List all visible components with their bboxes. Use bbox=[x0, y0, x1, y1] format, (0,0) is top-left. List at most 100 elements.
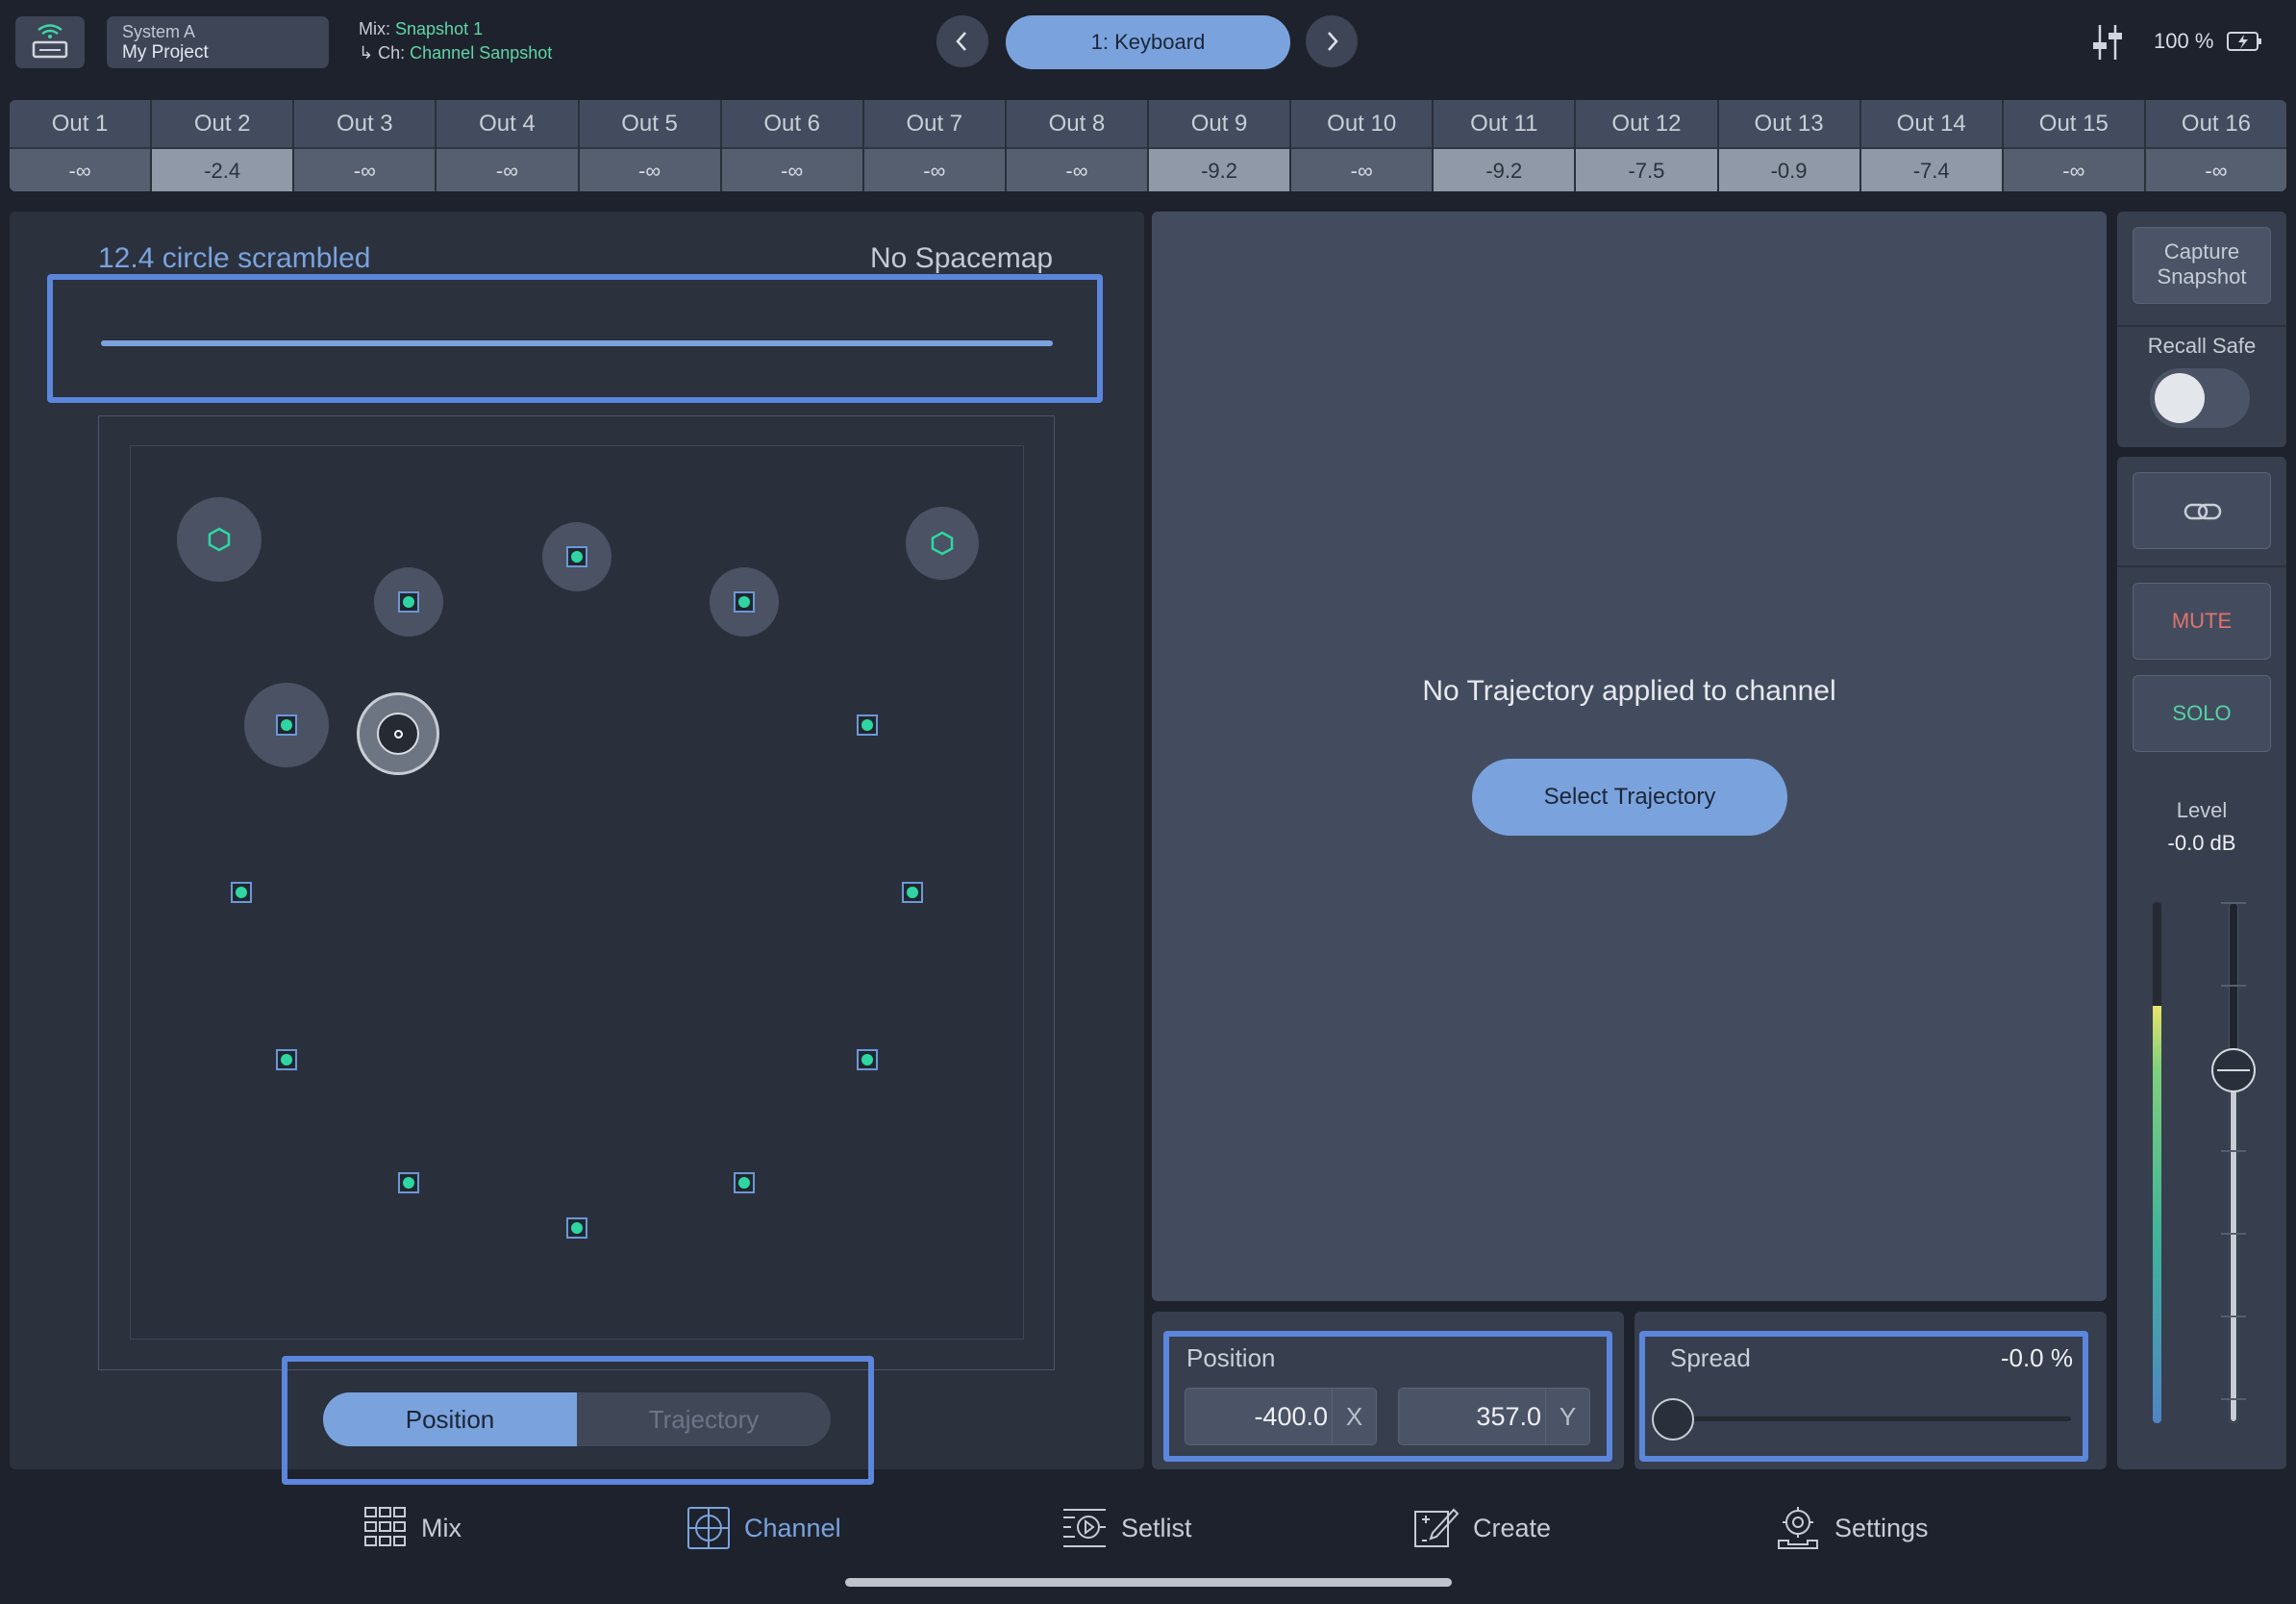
home-indicator[interactable] bbox=[845, 1578, 1452, 1587]
level-meter bbox=[2153, 902, 2161, 1423]
wifi-device-icon bbox=[32, 24, 68, 59]
create-pencil-icon bbox=[1414, 1508, 1460, 1547]
speaker-marker[interactable] bbox=[276, 1049, 297, 1070]
mute-button[interactable]: MUTE bbox=[2133, 583, 2271, 660]
recall-safe-label: Recall Safe bbox=[2147, 334, 2257, 358]
source-handle-inner bbox=[377, 713, 419, 755]
spread-slider-knob[interactable] bbox=[1652, 1398, 1694, 1441]
output-name: Out 6 bbox=[721, 100, 862, 147]
position-y-field[interactable]: 357.0 Y bbox=[1398, 1388, 1590, 1445]
channel-label: Ch: bbox=[378, 43, 406, 63]
output-name: Out 5 bbox=[579, 100, 720, 147]
project-selector[interactable]: System A My Project bbox=[107, 16, 329, 68]
output-channel[interactable]: Out 2 -2.4 bbox=[152, 100, 295, 191]
output-channel[interactable]: Out 11 -9.2 bbox=[1434, 100, 1577, 191]
output-level: -∞ bbox=[437, 147, 578, 191]
speaker-marker[interactable] bbox=[857, 714, 878, 736]
capture-label-line1: Capture bbox=[2163, 239, 2240, 263]
level-fader-knob[interactable] bbox=[2211, 1048, 2256, 1092]
system-name: System A bbox=[122, 22, 196, 41]
connection-button[interactable] bbox=[15, 16, 85, 68]
output-channel[interactable]: Out 12 -7.5 bbox=[1576, 100, 1719, 191]
speaker-marker[interactable] bbox=[857, 1049, 878, 1070]
tab-create[interactable]: Create bbox=[1413, 1502, 1551, 1554]
output-channel[interactable]: Out 6 -∞ bbox=[721, 100, 864, 191]
speaker-marker[interactable] bbox=[398, 1172, 419, 1193]
source-dot-icon bbox=[394, 730, 403, 739]
output-meter-strip: Out 1 -∞ Out 2 -2.4 Out 3 -∞ Out 4 -∞ Out 5 -∞ Out… bbox=[10, 100, 2286, 191]
source-position-handle[interactable] bbox=[357, 692, 439, 775]
spread-label: Spread bbox=[1670, 1343, 1751, 1372]
output-channel[interactable]: Out 13 -0.9 bbox=[1718, 100, 1861, 191]
output-level: -7.5 bbox=[1576, 147, 1717, 191]
speaker-marker[interactable] bbox=[231, 882, 252, 903]
speaker-layout-name[interactable]: 12.4 circle scrambled bbox=[98, 242, 370, 275]
fader-tick bbox=[2221, 1398, 2246, 1400]
output-channel[interactable]: Out 7 -∞ bbox=[863, 100, 1007, 191]
output-channel[interactable]: Out 4 -∞ bbox=[437, 100, 580, 191]
fader-tick bbox=[2221, 985, 2246, 987]
fader-tick bbox=[2221, 1233, 2246, 1235]
output-channel[interactable]: Out 8 -∞ bbox=[1006, 100, 1149, 191]
capture-snapshot-button[interactable]: Capture Snapshot bbox=[2133, 227, 2271, 304]
mixer-faders-icon[interactable] bbox=[2088, 21, 2127, 68]
solo-button[interactable]: SOLO bbox=[2133, 675, 2271, 752]
link-button[interactable] bbox=[2133, 472, 2271, 549]
output-channel[interactable]: Out 15 -∞ bbox=[2003, 100, 2146, 191]
tab-settings[interactable]: Settings bbox=[1775, 1502, 1929, 1554]
setlist-icon bbox=[1063, 1509, 1106, 1547]
output-channel[interactable]: Out 3 -∞ bbox=[294, 100, 437, 191]
tab-mix[interactable]: Mix bbox=[363, 1502, 462, 1554]
output-name: Out 4 bbox=[437, 100, 578, 147]
speaker-marker[interactable] bbox=[276, 714, 297, 736]
output-name: Out 13 bbox=[1718, 100, 1859, 147]
fader-tick bbox=[2221, 1316, 2246, 1317]
output-name: Out 15 bbox=[2003, 100, 2144, 147]
previous-snapshot-button[interactable] bbox=[936, 15, 988, 67]
output-channel[interactable]: Out 9 -9.2 bbox=[1149, 100, 1292, 191]
output-channel[interactable]: Out 1 -∞ bbox=[10, 100, 153, 191]
channel-snapshot-name: Channel Sanpshot bbox=[410, 43, 553, 63]
output-name: Out 10 bbox=[1291, 100, 1433, 147]
output-name: Out 2 bbox=[152, 100, 293, 147]
output-level: -9.2 bbox=[1149, 147, 1290, 191]
speaker-marker[interactable] bbox=[398, 591, 419, 613]
speaker-marker[interactable] bbox=[734, 1172, 755, 1193]
tab-channel[interactable]: Channel bbox=[686, 1502, 841, 1554]
spacemap-label[interactable]: No Spacemap bbox=[870, 242, 1053, 275]
subwoofer-hexagon-icon[interactable] bbox=[206, 526, 233, 553]
recall-safe-toggle[interactable] bbox=[2150, 368, 2250, 428]
timeline-highlight bbox=[47, 274, 1103, 403]
channel-target-icon bbox=[687, 1507, 730, 1549]
output-level: -7.4 bbox=[1860, 147, 2002, 191]
output-channel[interactable]: Out 10 -∞ bbox=[1291, 100, 1435, 191]
speaker-marker[interactable] bbox=[734, 591, 755, 613]
output-channel[interactable]: Out 5 -∞ bbox=[579, 100, 722, 191]
timeline-bar[interactable] bbox=[101, 340, 1053, 346]
speaker-marker[interactable] bbox=[902, 882, 923, 903]
trajectory-mode-button[interactable]: Trajectory bbox=[577, 1392, 831, 1446]
position-mode-button[interactable]: Position bbox=[323, 1392, 577, 1446]
speaker-marker[interactable] bbox=[566, 546, 587, 567]
current-snapshot-button[interactable]: 1: Keyboard bbox=[1006, 15, 1290, 69]
mode-toggle[interactable]: Position Trajectory bbox=[323, 1392, 831, 1446]
fader-tick bbox=[2221, 902, 2246, 904]
output-name: Out 11 bbox=[1434, 100, 1575, 147]
trajectory-panel bbox=[1152, 212, 2107, 1301]
output-level: -9.2 bbox=[1434, 147, 1575, 191]
output-level: -2.4 bbox=[152, 147, 293, 191]
subwoofer-hexagon-icon[interactable] bbox=[929, 530, 956, 557]
spread-slider-track[interactable] bbox=[1671, 1416, 2071, 1421]
output-channel[interactable]: Out 14 -7.4 bbox=[1860, 100, 2004, 191]
output-level: -∞ bbox=[721, 147, 862, 191]
output-name: Out 1 bbox=[10, 100, 151, 147]
divider bbox=[2117, 325, 2286, 327]
select-trajectory-button[interactable]: Select Trajectory bbox=[1472, 759, 1787, 836]
tab-setlist[interactable]: Setlist bbox=[1061, 1502, 1192, 1554]
mix-info: Mix: Snapshot 1 ↳ Ch: Channel Sanpshot bbox=[359, 17, 552, 65]
output-channel[interactable]: Out 16 -∞ bbox=[2145, 100, 2286, 191]
position-x-field[interactable]: -400.0 X bbox=[1185, 1388, 1377, 1445]
speaker-marker[interactable] bbox=[566, 1217, 587, 1239]
next-snapshot-button[interactable] bbox=[1306, 15, 1358, 67]
y-axis-label: Y bbox=[1545, 1389, 1589, 1444]
